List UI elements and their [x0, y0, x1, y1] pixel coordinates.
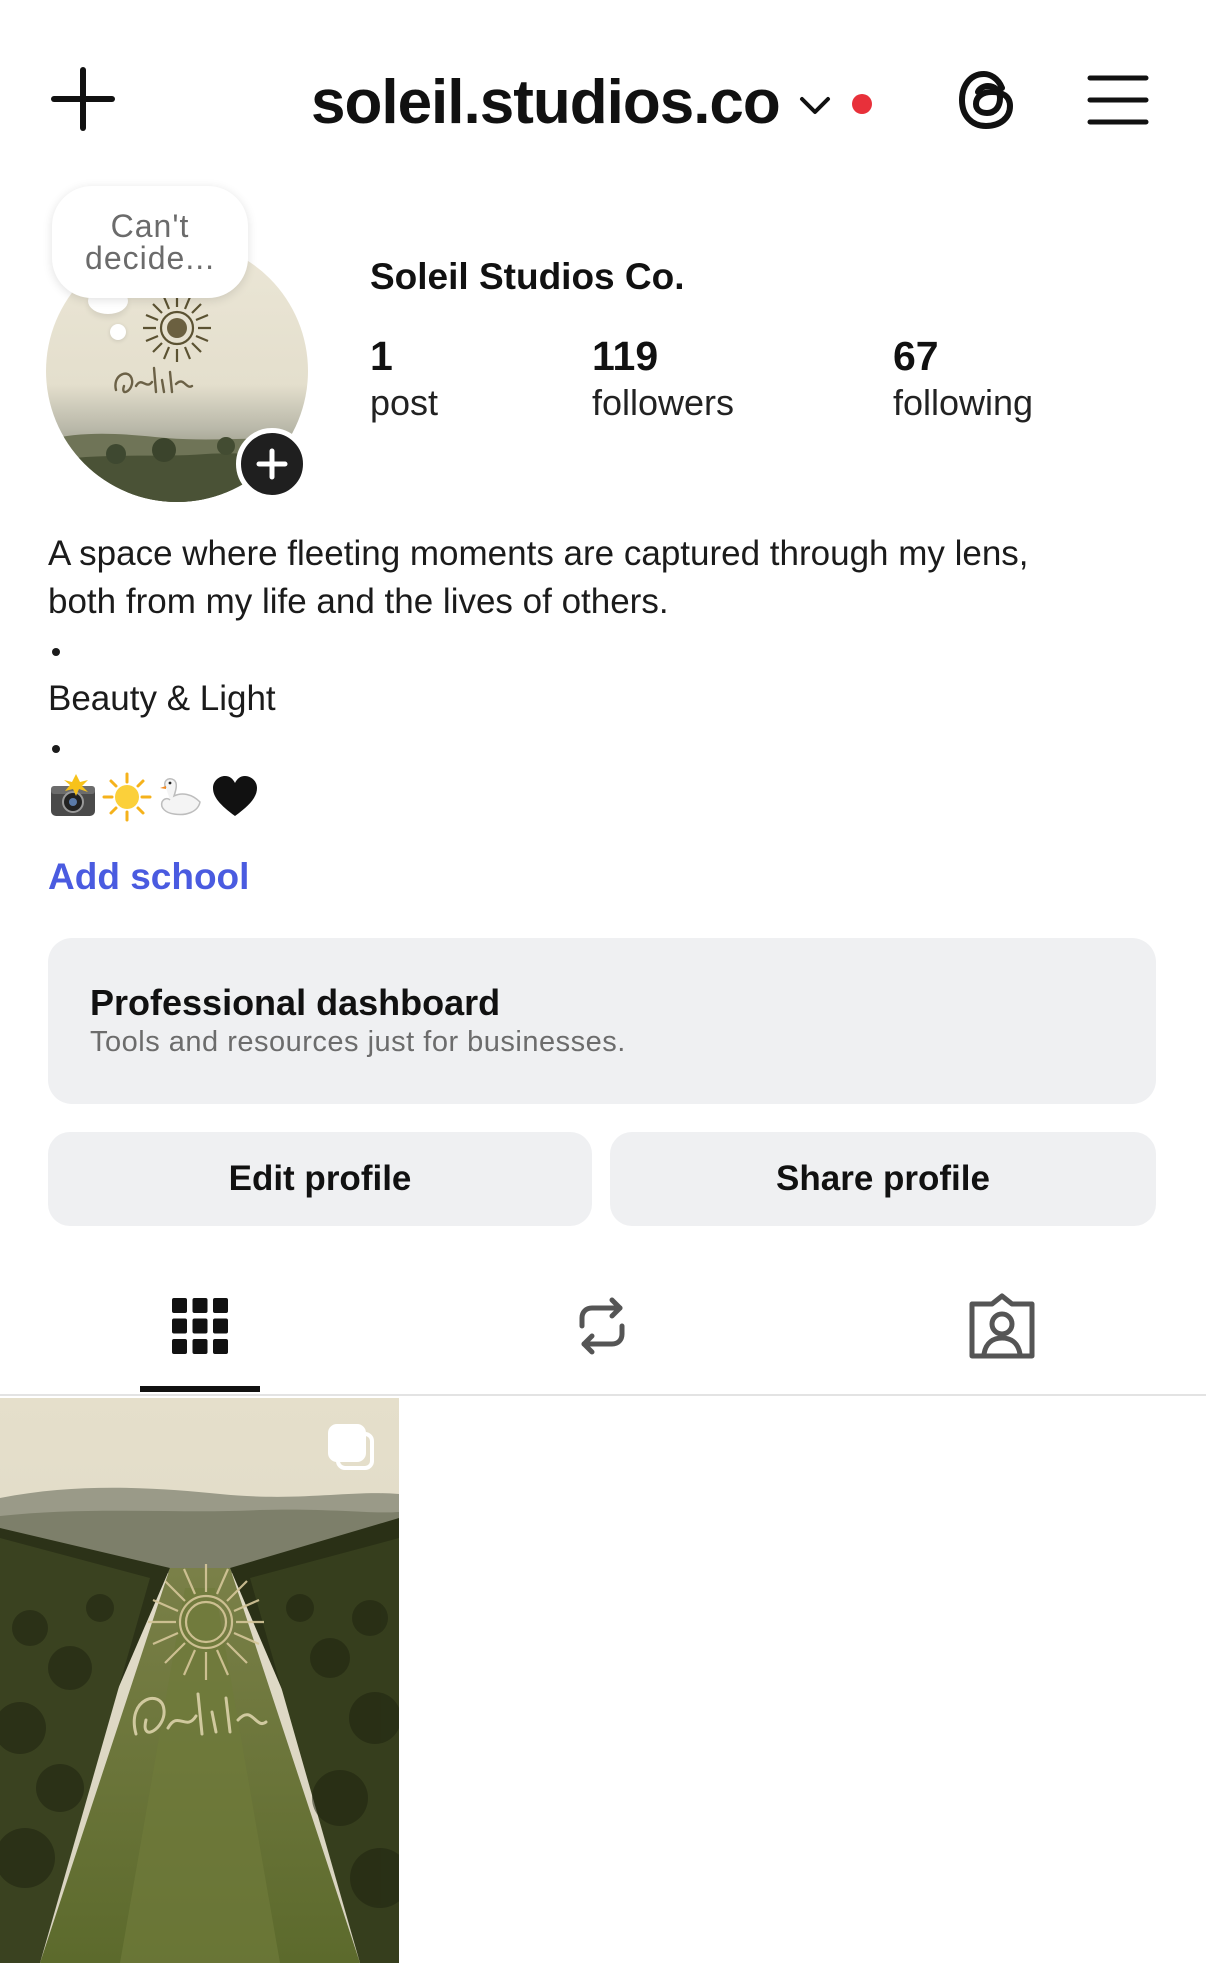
grid-icon	[172, 1298, 228, 1354]
professional-dashboard-title: Professional dashboard	[90, 982, 501, 1023]
tagged-person-icon	[969, 1293, 1035, 1359]
plus-icon	[256, 448, 288, 480]
add-story-button[interactable]	[236, 428, 308, 500]
tab-posts-grid[interactable]	[162, 1288, 238, 1364]
bio-emojis	[48, 772, 260, 822]
posts-count: 1	[370, 333, 393, 379]
tab-reposts[interactable]	[564, 1288, 640, 1364]
username: soleil.studios.co	[311, 67, 781, 137]
display-name: Soleil Studios Co.	[370, 256, 685, 297]
sun-emoji	[102, 772, 152, 822]
bio-line-2: both from my life and the lives of other…	[48, 582, 669, 621]
threads-button[interactable]	[954, 66, 1022, 134]
create-button[interactable]	[50, 66, 116, 132]
following-label: following	[893, 382, 1034, 423]
bio-tagline: Beauty & Light	[48, 679, 276, 718]
account-switcher[interactable]: soleil.studios.co	[311, 62, 872, 142]
following-stat[interactable]: 67 following	[893, 332, 1033, 426]
camera-flash-emoji	[51, 774, 95, 816]
black-heart-emoji	[213, 776, 257, 816]
menu-button[interactable]	[1086, 72, 1150, 128]
note-bubble[interactable]: Can't decide...	[52, 186, 248, 298]
plus-icon	[51, 67, 115, 131]
followers-label: followers	[592, 382, 735, 423]
multiple-posts-icon	[328, 1424, 374, 1470]
edit-profile-button[interactable]: Edit profile	[48, 1132, 592, 1226]
following-count: 67	[893, 333, 939, 379]
notification-dot	[851, 94, 872, 114]
post-thumbnail[interactable]	[0, 1398, 399, 1963]
note-text: Can't decide...	[85, 208, 215, 276]
followers-stat[interactable]: 119 followers	[592, 332, 734, 426]
chevron-down-icon	[799, 97, 830, 114]
professional-dashboard-subtitle: Tools and resources just for businesses.	[90, 1026, 626, 1058]
share-profile-button[interactable]: Share profile	[610, 1132, 1156, 1226]
hamburger-menu-icon	[1087, 75, 1149, 125]
note-bubble-tail-dot	[110, 324, 126, 340]
bio-line-1: A space where fleeting moments are captu…	[48, 534, 1029, 573]
bio-bullet	[52, 648, 60, 656]
swan-emoji	[160, 777, 201, 816]
posts-label: post	[370, 382, 439, 423]
repost-icon	[579, 1297, 625, 1355]
followers-count: 119	[592, 333, 659, 379]
bio-bullet	[52, 745, 60, 753]
posts-stat[interactable]: 1 post	[370, 332, 438, 426]
add-school-link[interactable]: Add school	[48, 856, 249, 898]
carousel-indicator	[324, 1420, 380, 1476]
threads-icon	[958, 70, 1014, 130]
tab-divider	[0, 1394, 1206, 1396]
tab-tagged[interactable]	[964, 1288, 1040, 1364]
active-tab-indicator	[140, 1386, 260, 1392]
